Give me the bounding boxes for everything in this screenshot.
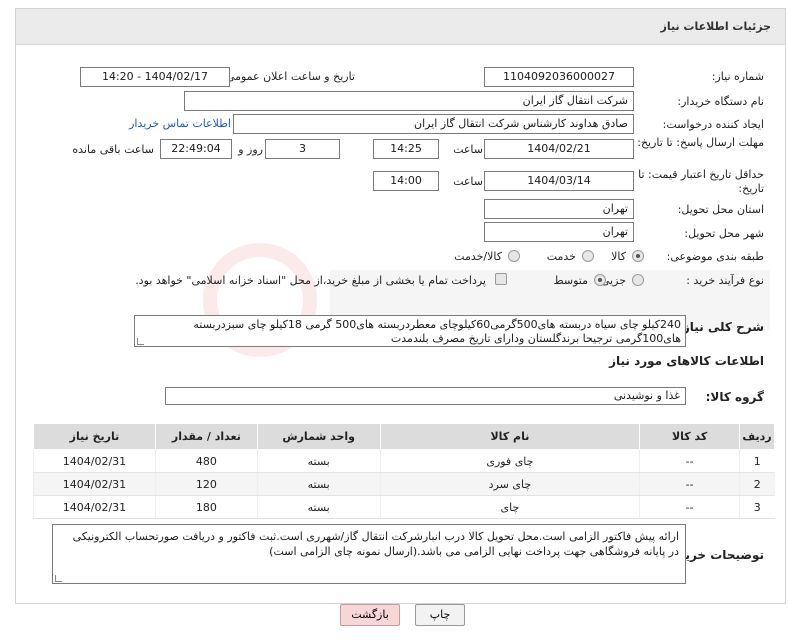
- panel-header: جزئیات اطلاعات نیاز: [16, 9, 785, 45]
- col-row: ردیف: [739, 423, 775, 450]
- process-radio-medium[interactable]: [594, 274, 606, 286]
- description-text: 240کیلو چای سیاه دربسته های500گرمی60کیلو…: [193, 318, 681, 345]
- cell-unit: بسته: [256, 472, 381, 496]
- announce-field: 1404/02/17 - 14:20: [80, 67, 230, 87]
- category-radio-goods-service[interactable]: [508, 250, 520, 262]
- description-textarea: 240کیلو چای سیاه دربسته های500گرمی60کیلو…: [134, 315, 686, 347]
- category-radio-service[interactable]: [582, 250, 594, 262]
- table-row: 2 -- چای سرد بسته 120 1404/02/31: [33, 472, 775, 496]
- cell-code: --: [639, 495, 740, 519]
- cell-unit: بسته: [256, 495, 381, 519]
- city-field: تهران: [484, 222, 634, 242]
- reply-time-field: 14:25: [373, 139, 439, 159]
- category-label: طبقه بندی موضوعی:: [666, 250, 764, 263]
- remaining-field: 22:49:04: [160, 139, 232, 159]
- cell-qty: 480: [154, 449, 258, 473]
- requester-field: صادق هداوند کارشناس شرکت انتقال گاز ایرا…: [233, 114, 634, 134]
- requester-label: ایجاد کننده درخواست:: [662, 118, 764, 131]
- col-date: تاریخ نیاز: [33, 423, 156, 450]
- category-radio-goods[interactable]: [632, 250, 644, 262]
- city-label: شهر محل تحویل:: [684, 227, 764, 240]
- process-radio-minor[interactable]: [632, 274, 644, 286]
- days-label: روز و: [238, 143, 263, 156]
- goods-group-field: غذا و نوشیدنی: [165, 387, 686, 405]
- resize-handle-icon[interactable]: [137, 338, 144, 345]
- col-name: نام کالا: [379, 423, 641, 450]
- back-button[interactable]: بازگشت: [340, 604, 400, 626]
- need-number-field: 1104092036000027: [484, 67, 634, 87]
- need-number-label: شماره نیاز:: [711, 70, 764, 83]
- goods-group-label: گروه کالا:: [705, 390, 764, 404]
- cell-row: 3: [739, 495, 775, 519]
- province-label: استان محل تحویل:: [677, 203, 764, 216]
- cell-qty: 120: [154, 472, 258, 496]
- reply-deadline-label: مهلت ارسال پاسخ: تا تاریخ:: [637, 136, 764, 149]
- goods-table: ردیف کد کالا نام کالا واحد شمارش تعداد /…: [33, 423, 775, 519]
- cell-unit: بسته: [256, 449, 381, 473]
- price-validity-label: حداقل تاریخ اعتبار قیمت: تا تاریخ:: [638, 168, 764, 195]
- reply-time-label: ساعت: [453, 143, 483, 156]
- cell-code: --: [639, 472, 740, 496]
- province-field: تهران: [484, 199, 634, 219]
- cell-name: چای سرد: [379, 472, 640, 496]
- description-label: شرح کلی نیاز:: [678, 320, 764, 334]
- treasury-checkbox[interactable]: [495, 273, 507, 285]
- process-medium-label: متوسط: [553, 274, 588, 287]
- price-validity-time-field: 14:00: [373, 171, 439, 191]
- cell-code: --: [639, 449, 740, 473]
- price-validity-date-field: 1404/03/14: [484, 171, 634, 191]
- table-header-row: ردیف کد کالا نام کالا واحد شمارش تعداد /…: [33, 423, 775, 450]
- buyer-contact-link[interactable]: اطلاعات تماس خریدار: [129, 117, 231, 130]
- cell-date: 1404/02/31: [33, 449, 156, 473]
- remaining-label: ساعت باقی مانده: [72, 143, 154, 156]
- category-goods-label: کالا: [611, 250, 626, 263]
- reply-date-field: 1404/02/21: [484, 139, 634, 159]
- cell-row: 2: [739, 472, 775, 496]
- days-field: 3: [265, 139, 340, 159]
- cell-date: 1404/02/31: [33, 495, 156, 519]
- print-button[interactable]: چاپ: [415, 604, 465, 626]
- price-validity-time-label: ساعت: [453, 175, 483, 188]
- col-qty: تعداد / مقدار: [154, 423, 258, 450]
- category-goods-service-label: کالا/خدمت: [454, 250, 502, 263]
- goods-info-title: اطلاعات کالاهای مورد نیاز: [609, 354, 764, 368]
- table-row: 3 -- چای بسته 180 1404/02/31: [33, 495, 775, 519]
- buyer-org-field: شرکت انتقال گاز ایران: [184, 91, 634, 111]
- cell-date: 1404/02/31: [33, 472, 156, 496]
- category-service-label: خدمت: [546, 250, 576, 263]
- cell-name: چای: [379, 495, 640, 519]
- resize-handle-icon[interactable]: [55, 575, 62, 582]
- table-row: 1 -- چای فوری بسته 480 1404/02/31: [33, 449, 775, 473]
- buyer-notes-text: ارائه پیش فاکتور الزامی است.محل تحویل کا…: [72, 530, 679, 558]
- col-unit: واحد شمارش: [256, 423, 381, 450]
- announce-label: تاریخ و ساعت اعلان عمومی:: [222, 70, 355, 83]
- treasury-note: پرداخت تمام یا بخشی از مبلغ خرید،از محل …: [135, 274, 486, 287]
- buyer-notes-textarea: ارائه پیش فاکتور الزامی است.محل تحویل کا…: [52, 524, 686, 584]
- cell-name: چای فوری: [379, 449, 640, 473]
- col-code: کد کالا: [639, 423, 741, 450]
- cell-row: 1: [739, 449, 775, 473]
- cell-qty: 180: [154, 495, 258, 519]
- panel-title: جزئیات اطلاعات نیاز: [660, 20, 772, 33]
- buyer-org-label: نام دستگاه خریدار:: [677, 95, 764, 108]
- process-label: نوع فرآیند خرید :: [686, 274, 764, 287]
